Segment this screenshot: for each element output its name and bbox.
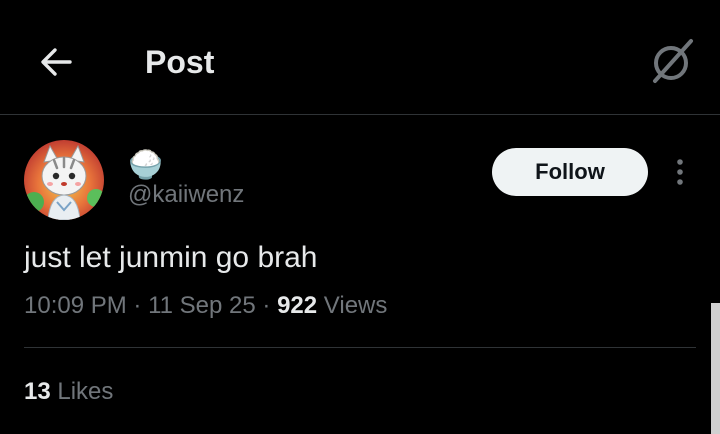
back-button[interactable] [34, 40, 78, 84]
avatar[interactable] [24, 140, 104, 220]
author-display-name[interactable]: 🍚 [128, 150, 163, 180]
arrow-left-icon [41, 48, 72, 76]
meta-separator: · [133, 292, 142, 319]
likes-label: Likes [57, 378, 114, 405]
grok-icon [653, 39, 693, 83]
divider [24, 347, 696, 348]
post-metadata: 10:09 PM · 11 Sep 25 · 922 Views [24, 290, 387, 322]
page-title: Post [145, 44, 215, 80]
post-date[interactable]: 11 Sep 25 [148, 292, 256, 319]
views-label: Views [323, 292, 388, 319]
likes-count: 13 [24, 378, 51, 405]
scrollbar-thumb[interactable] [711, 303, 720, 434]
likes-stat[interactable]: 13 Likes [24, 376, 113, 408]
views-count: 922 [277, 292, 318, 319]
more-button[interactable] [664, 152, 696, 192]
top-bar: Post [0, 0, 720, 115]
more-vertical-icon [677, 159, 683, 185]
post-text: just let junmin go brah [24, 241, 318, 274]
grok-button[interactable] [646, 36, 698, 88]
cat-avatar [24, 140, 104, 220]
meta-separator: · [262, 292, 271, 319]
post-time[interactable]: 10:09 PM [24, 292, 127, 319]
author-handle[interactable]: @kaiiwenz [128, 180, 244, 210]
follow-button[interactable]: Follow [492, 148, 648, 196]
